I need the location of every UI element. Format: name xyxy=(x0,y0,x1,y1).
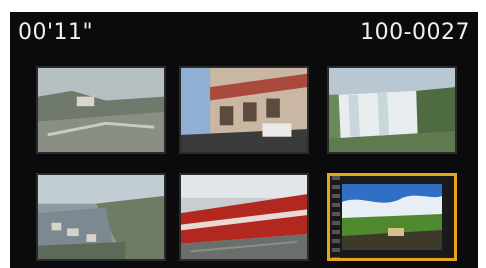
thumbnail-grid xyxy=(10,60,478,268)
time-label: 00'11" xyxy=(18,20,94,45)
thumbnail-5[interactable] xyxy=(179,173,309,261)
thumbnail-1[interactable] xyxy=(36,66,166,154)
file-number: 100-0027 xyxy=(360,20,470,45)
thumbnail-6-selected[interactable] xyxy=(327,173,457,261)
playback-index-screen: 00'11" 100-0027 xyxy=(10,12,478,268)
header-bar: 00'11" 100-0027 xyxy=(10,12,478,56)
thumbnail-2[interactable] xyxy=(179,66,309,154)
movie-thumbnail-image xyxy=(342,184,442,250)
movie-frame-strip-icon xyxy=(332,176,340,258)
thumbnail-4[interactable] xyxy=(36,173,166,261)
thumbnail-3[interactable] xyxy=(327,66,457,154)
